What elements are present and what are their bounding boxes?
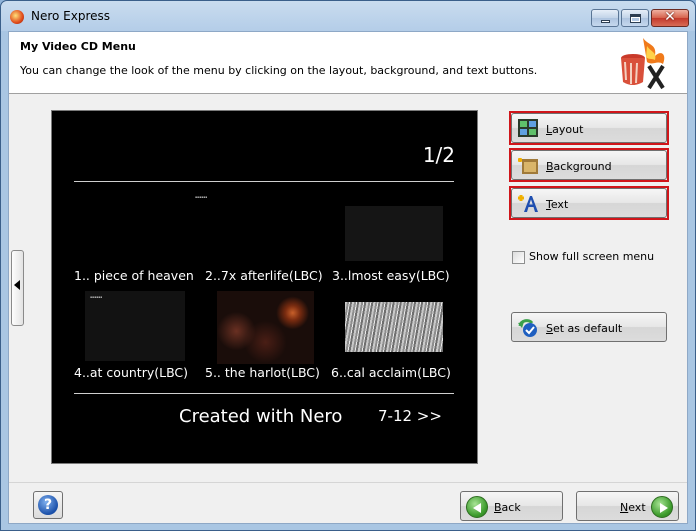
thumbnail-4[interactable]: ▪▪▪▪▪▪ — [85, 291, 185, 361]
nero-express-window: Nero Express ✕ My Video CD Menu You can … — [0, 0, 696, 531]
show-full-screen-label[interactable]: Show full screen menu — [529, 250, 654, 263]
thumbnail-4-noise: ▪▪▪▪▪▪ — [90, 295, 103, 299]
title-bar[interactable]: Nero Express ✕ — [1, 1, 695, 31]
title-caption-4: 4..at country(LBC) — [74, 365, 189, 380]
back-label: Back — [494, 501, 521, 514]
thumbnail-1[interactable]: ▪▪▪▪▪▪ — [190, 191, 288, 246]
background-icon — [518, 158, 538, 174]
thumbnail-3[interactable] — [345, 206, 443, 261]
text-a-icon — [518, 195, 538, 212]
maximize-icon — [630, 14, 641, 23]
next-arrow-icon — [651, 496, 673, 518]
maximize-button[interactable] — [621, 9, 649, 27]
next-button[interactable]: Next — [576, 491, 679, 521]
nero-logo-icon — [621, 38, 665, 90]
close-button[interactable]: ✕ — [651, 9, 689, 27]
back-arrow-icon — [466, 496, 488, 518]
footer-divider — [9, 482, 687, 483]
layout-grid-icon — [518, 119, 538, 137]
title-caption-6: 6..cal acclaim(LBC) — [331, 365, 451, 380]
collapse-arrow-icon — [14, 280, 20, 290]
page-description: You can change the look of the menu by c… — [20, 64, 538, 77]
set-as-default-label: Set as default — [546, 322, 623, 335]
thumbnail-5[interactable] — [217, 291, 314, 364]
thumbnail-6[interactable] — [345, 302, 443, 352]
title-caption-5: 5.. the harlot(LBC) — [205, 365, 320, 380]
background-button[interactable]: Background — [511, 150, 667, 180]
title-caption-1: 1.. piece of heaven — [74, 268, 194, 283]
show-full-screen-checkbox[interactable] — [512, 251, 525, 264]
text-label: Text — [546, 198, 569, 211]
nero-app-icon — [10, 10, 24, 24]
title-caption-3: 3..lmost easy(LBC) — [332, 268, 450, 283]
preview-page-number: 1/2 — [422, 143, 455, 167]
text-button[interactable]: Text — [511, 188, 667, 218]
minimize-button[interactable] — [591, 9, 619, 27]
back-button[interactable]: Back — [460, 491, 563, 521]
preview-top-divider — [74, 181, 454, 182]
close-icon: ✕ — [664, 9, 676, 25]
window-title: Nero Express — [31, 9, 111, 23]
background-label: Background — [546, 160, 612, 173]
set-default-icon — [518, 319, 537, 337]
menu-preview: 1/2 ▪▪▪▪▪▪ ▪▪▪▪▪▪ 1.. piece of heaven 2.… — [51, 110, 478, 464]
dialog-client-area: My Video CD Menu You can change the look… — [8, 31, 688, 524]
set-as-default-button[interactable]: Set as default — [511, 312, 667, 342]
next-label: Next — [620, 501, 646, 514]
help-button[interactable]: ? — [33, 491, 63, 519]
preview-bottom-divider — [74, 393, 454, 394]
minimize-icon — [601, 20, 610, 23]
page-title: My Video CD Menu — [20, 40, 136, 53]
layout-label: Layout — [546, 123, 584, 136]
layout-button[interactable]: Layout — [511, 113, 667, 143]
title-caption-2: 2..7x afterlife(LBC) — [205, 268, 323, 283]
help-icon: ? — [38, 495, 58, 515]
thumbnail-1-noise: ▪▪▪▪▪▪ — [195, 195, 208, 199]
page-header: My Video CD Menu You can change the look… — [9, 32, 687, 94]
next-page-link[interactable]: 7-12 >> — [378, 407, 442, 425]
collapse-handle[interactable] — [11, 250, 24, 326]
created-with-text: Created with Nero — [179, 406, 343, 427]
